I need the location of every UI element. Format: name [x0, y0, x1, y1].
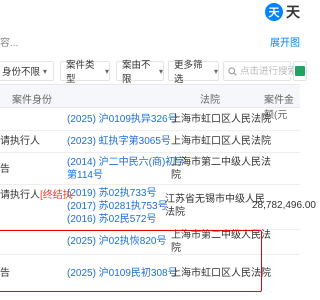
export-excel-button[interactable] [293, 61, 307, 81]
court-name-continued: 法院 [165, 207, 185, 218]
case-role-text: 请执行人 [0, 190, 40, 201]
case-number-link-continued[interactable]: 第114号 [67, 169, 103, 182]
table-row[interactable]: 请执行人 (2023) 虹执字第3065号 上海市虹口区人民法院 [0, 131, 300, 153]
column-header-role: 案件身份 [12, 95, 52, 106]
case-type-filter-dropdown[interactable]: 案件类型 ▾ [60, 60, 110, 85]
case-role: 请执行人 [0, 136, 40, 147]
more-filters-dropdown[interactable]: 更多筛选 ▾ [168, 60, 219, 85]
logo-text: 天 [286, 4, 300, 20]
role-filter-dropdown[interactable]: 身份不限 ▾ [0, 61, 54, 81]
court-name-continued: 院 [171, 243, 181, 254]
court-name: 上海市虹口区人民法院 [171, 114, 271, 125]
logo-mark-icon: 天 [265, 3, 283, 21]
case-type-filter-label: 案件类型 [66, 60, 95, 85]
table-row[interactable]: (2025) 沪0109执异326号 上海市虹口区人民法院 [0, 108, 300, 131]
column-header-court: 法院 [200, 95, 220, 106]
case-role: 告 [0, 164, 10, 175]
table-header: 案件身份 法院 案件金额(元 [0, 84, 300, 121]
table-row[interactable]: 告 (2025) 沪0109民初308号 上海市虹口区人民法院 - [0, 255, 300, 292]
chevron-down-icon: ▾ [213, 66, 218, 76]
section-description: 容... 展开图 [0, 32, 300, 49]
expand-graph-link[interactable]: 展开图 [270, 34, 300, 49]
table-row[interactable]: 告 (2014) 沪二中民六(商)初字 第114号 上海市第二中级人民法 院 [0, 153, 300, 185]
role-filter-label: 身份不限 [2, 67, 41, 78]
table-row[interactable]: (2025) 沪02执恢820号 上海市第二中级人民法 院 [0, 230, 300, 255]
search-input[interactable] [240, 65, 294, 77]
search-box[interactable] [223, 61, 294, 81]
description-text: 容... [0, 38, 19, 49]
court-name: 上海市第二中级人民法 [171, 230, 271, 241]
court-name: 上海市虹口区人民法院 [171, 268, 271, 279]
court-name: 上海市虹口区人民法院 [171, 136, 271, 147]
case-role: 告 [0, 268, 10, 279]
case-amount: 28,782,496.00 [252, 200, 316, 211]
case-number-link[interactable]: (2025) 沪02执恢820号 [67, 235, 167, 248]
case-number-link[interactable]: (2025) 沪0109民初308号 [67, 267, 178, 280]
case-amount: - [258, 267, 262, 278]
case-number-link[interactable]: (2014) 沪二中民六(商)初字 [67, 156, 185, 169]
case-number-link[interactable]: (2017) 苏0281执753号 [67, 200, 168, 213]
case-reason-filter-dropdown[interactable]: 案由不限 ▾ [116, 60, 164, 85]
more-filters-label: 更多筛选 [174, 60, 203, 85]
brand-logo[interactable]: 天 天 [265, 2, 300, 22]
search-icon [228, 66, 237, 76]
case-number-link[interactable]: (2023) 虹执字第3065号 [67, 135, 171, 148]
chevron-down-icon: ▾ [104, 66, 109, 76]
case-number-link[interactable]: (2019) 苏02执733号 [67, 187, 157, 200]
top-bar: 天 天 [0, 0, 300, 24]
court-name: 上海市第二中级人民法 [171, 157, 271, 168]
chevron-down-icon: ▾ [43, 66, 48, 76]
excel-icon [295, 66, 305, 76]
court-name-continued: 院 [171, 170, 181, 181]
chevron-down-icon: ▾ [158, 66, 163, 76]
case-number-link[interactable]: (2016) 苏02民572号 [67, 213, 157, 226]
filter-bar: 身份不限 ▾ 案件类型 ▾ 案由不限 ▾ 更多筛选 ▾ [0, 60, 307, 85]
court-name: 江苏省无锡市中级人民 [165, 194, 265, 205]
case-number-link[interactable]: (2025) 沪0109执异326号 [67, 113, 178, 126]
table-row[interactable]: 请执行人[终结执 (2019) 苏02执733号 (2017) 苏0281执75… [0, 185, 316, 230]
case-reason-filter-label: 案由不限 [122, 60, 151, 85]
case-role: 请执行人[终结执 [0, 189, 73, 202]
